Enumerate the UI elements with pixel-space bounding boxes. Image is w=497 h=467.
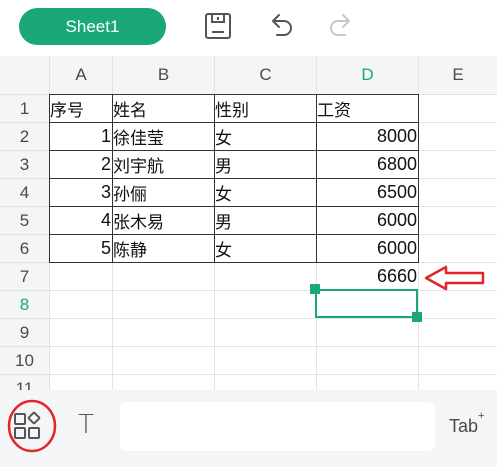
cell-c6[interactable]: 女	[214, 234, 316, 262]
cell-c5[interactable]: 男	[214, 206, 316, 234]
cell-c2[interactable]: 女	[214, 122, 316, 150]
cell-c1[interactable]: 性别	[214, 94, 316, 122]
cell-a6[interactable]: 5	[49, 234, 112, 262]
cell-a4[interactable]: 3	[49, 178, 112, 206]
row-header-8[interactable]: 8	[0, 290, 49, 318]
row-header-7[interactable]: 7	[0, 262, 49, 290]
cell-a2[interactable]: 1	[49, 122, 112, 150]
row-header-5[interactable]: 5	[0, 206, 49, 234]
column-header-c[interactable]: C	[214, 56, 316, 94]
cell-b3[interactable]: 刘宇航	[112, 150, 214, 178]
bottom-toolbar: T Tab +	[0, 390, 497, 467]
cell-a3[interactable]: 2	[49, 150, 112, 178]
row-header-3[interactable]: 3	[0, 150, 49, 178]
sheet-tab[interactable]: Sheet1	[19, 8, 166, 45]
cell-a5[interactable]: 4	[49, 206, 112, 234]
column-header-e[interactable]: E	[418, 56, 497, 94]
cell-c4[interactable]: 女	[214, 178, 316, 206]
cell-b2[interactable]: 徐佳莹	[112, 122, 214, 150]
row-header-1[interactable]: 1	[0, 94, 49, 122]
cell-b6[interactable]: 陈静	[112, 234, 214, 262]
cell-c3[interactable]: 男	[214, 150, 316, 178]
cell-d1[interactable]: 工资	[316, 94, 418, 122]
column-header-row: A B C D E	[0, 56, 497, 94]
annotation-circle	[7, 399, 57, 453]
cell-b4[interactable]: 孙俪	[112, 178, 214, 206]
save-icon[interactable]	[203, 11, 233, 41]
selection-handle-bottom-right[interactable]	[412, 312, 422, 322]
annotation-arrow-icon	[424, 265, 485, 291]
undo-icon[interactable]	[266, 11, 296, 41]
row-header-9[interactable]: 9	[0, 318, 49, 346]
selected-cell-d8[interactable]	[315, 289, 418, 318]
selection-handle-top-left[interactable]	[310, 284, 320, 294]
row-header-10[interactable]: 10	[0, 346, 49, 374]
row-header-2[interactable]: 2	[0, 122, 49, 150]
redo-icon[interactable]	[326, 11, 356, 41]
cell-a1[interactable]: 序号	[49, 94, 112, 122]
cell-d4[interactable]: 6500	[316, 178, 418, 206]
cell-d5[interactable]: 6000	[316, 206, 418, 234]
tab-key-superscript: +	[478, 410, 485, 422]
cell-d2[interactable]: 8000	[316, 122, 418, 150]
column-header-d[interactable]: D	[316, 56, 418, 94]
text-format-button[interactable]: T	[78, 410, 94, 440]
column-header-a[interactable]: A	[49, 56, 112, 94]
cell-content-input[interactable]	[120, 402, 435, 451]
cell-d3[interactable]: 6800	[316, 150, 418, 178]
row-header-6[interactable]: 6	[0, 234, 49, 262]
column-header-b[interactable]: B	[112, 56, 214, 94]
spreadsheet-grid[interactable]: A B C D E 1 2 3 4 5 6 7 8 9 10 11 序号 姓名 …	[0, 56, 497, 390]
cell-b1[interactable]: 姓名	[112, 94, 214, 122]
row-header-11[interactable]: 11	[0, 374, 49, 390]
tab-key-button[interactable]: Tab	[449, 416, 478, 437]
top-toolbar: Sheet1	[0, 0, 497, 56]
cell-d6[interactable]: 6000	[316, 234, 418, 262]
row-header-4[interactable]: 4	[0, 178, 49, 206]
corner-cell[interactable]	[0, 56, 49, 94]
cell-d7[interactable]: 6660	[316, 262, 418, 290]
cell-b5[interactable]: 张木易	[112, 206, 214, 234]
